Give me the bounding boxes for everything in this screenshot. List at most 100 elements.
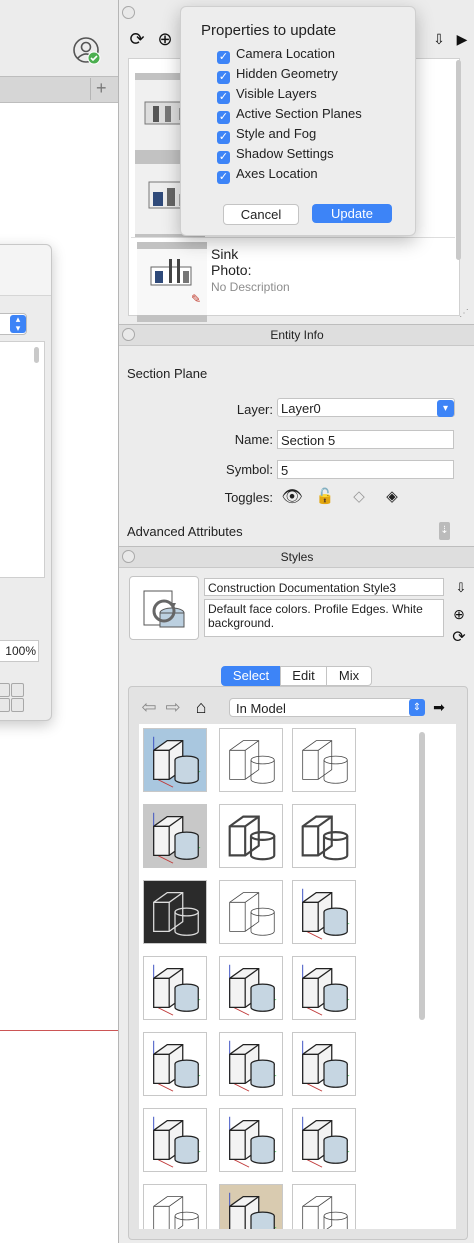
checkbox-checked-icon[interactable]: ✓	[217, 171, 230, 184]
style-swatch[interactable]	[292, 1032, 356, 1096]
name-field[interactable]: Section 5	[277, 430, 454, 449]
advanced-attributes-label[interactable]: Advanced Attributes	[127, 524, 243, 539]
grid-view-icon[interactable]	[11, 683, 24, 697]
checkbox-label: Style and Fog	[236, 126, 317, 141]
home-icon[interactable]: ⌂	[191, 697, 211, 717]
style-swatch[interactable]	[292, 728, 356, 792]
checkbox-visible-layers[interactable]: ✓ Visible Layers	[217, 84, 317, 104]
style-swatch[interactable]	[219, 1032, 283, 1096]
details-arrow-icon[interactable]: ➡	[429, 697, 449, 717]
checkbox-camera-location[interactable]: ✓ Camera Location	[217, 44, 335, 64]
style-description-field[interactable]: Default face colors. Profile Edges. Whit…	[204, 599, 444, 637]
panel-collapse-icon[interactable]	[122, 550, 135, 563]
style-swatch[interactable]	[143, 1032, 207, 1096]
panel-collapse-icon[interactable]	[122, 328, 135, 341]
popover-title: Properties to update	[201, 22, 337, 39]
add-scene-icon[interactable]: ⊕	[155, 29, 175, 49]
scene-details-icon[interactable]: ⇩	[429, 29, 449, 49]
styles-scrollbar[interactable]	[419, 732, 425, 1020]
chevron-updown-icon[interactable]: ▴ ▾	[10, 315, 26, 333]
checkbox-shadow-settings[interactable]: ✓ Shadow Settings	[217, 144, 334, 164]
grid-view-icon[interactable]	[0, 683, 10, 697]
symbol-field[interactable]: 5	[277, 460, 454, 479]
layer-label: Layer:	[236, 402, 273, 417]
grid-view-icon[interactable]	[0, 698, 10, 712]
style-swatch[interactable]	[292, 1184, 356, 1229]
tab-mix[interactable]: Mix	[326, 666, 372, 686]
entity-info-header[interactable]: Entity Info	[119, 324, 474, 346]
style-swatch[interactable]	[143, 804, 207, 868]
chevron-down-icon[interactable]: ▾	[437, 400, 454, 417]
add-tab-button[interactable]: +	[96, 78, 107, 99]
entity-info-title: Entity Info	[270, 328, 324, 342]
user-account-icon[interactable]	[72, 36, 102, 66]
styles-grid[interactable]	[139, 724, 456, 1229]
checkbox-checked-icon[interactable]: ✓	[217, 131, 230, 144]
checkbox-active-section-planes[interactable]: ✓ Active Section Planes	[217, 104, 362, 124]
checkbox-label: Active Section Planes	[236, 106, 362, 121]
styles-header[interactable]: Styles	[119, 546, 474, 568]
grid-view-icon[interactable]	[11, 698, 24, 712]
scene-item-selected[interactable]: Sink Photo: No Description ✎	[131, 237, 455, 322]
unlock-icon[interactable]: 🔓	[314, 487, 336, 507]
style-swatch[interactable]	[143, 728, 207, 792]
update-scene-icon[interactable]: ⟳	[127, 29, 147, 49]
checkbox-style-and-fog[interactable]: ✓ Style and Fog	[217, 124, 316, 144]
style-swatch[interactable]	[143, 880, 207, 944]
style-swatch[interactable]	[219, 880, 283, 944]
style-swatch[interactable]	[143, 1108, 207, 1172]
style-swatch[interactable]	[292, 956, 356, 1020]
collection-dropdown[interactable]: In Model	[229, 698, 413, 717]
style-swatch[interactable]	[292, 804, 356, 868]
expand-icon[interactable]: ⇣	[439, 522, 450, 540]
style-swatch[interactable]	[143, 956, 207, 1020]
panel-collapse-icon[interactable]	[122, 6, 135, 19]
scene-thumbnail[interactable]	[137, 242, 207, 322]
style-swatch[interactable]	[219, 804, 283, 868]
scene-photo-label: Photo:	[211, 262, 252, 278]
style-swatch[interactable]	[292, 1108, 356, 1172]
checkbox-checked-icon[interactable]: ✓	[217, 51, 230, 64]
dialog-scrollbar[interactable]	[34, 347, 39, 363]
cast-shadows-icon[interactable]: ◈	[381, 487, 403, 507]
resize-grip-icon[interactable]: ⋰	[459, 308, 469, 319]
checkbox-checked-icon[interactable]: ✓	[217, 91, 230, 104]
checkbox-checked-icon[interactable]: ✓	[217, 111, 230, 124]
style-swatch[interactable]	[219, 728, 283, 792]
tab-edit[interactable]: Edit	[280, 666, 327, 686]
receive-shadows-icon[interactable]: ◇	[348, 487, 370, 507]
left-dialog: ▴ ▾ 100%	[0, 244, 52, 721]
style-swatch[interactable]	[219, 956, 283, 1020]
eye-icon[interactable]: 👁	[281, 487, 303, 507]
tab-divider	[90, 78, 91, 100]
style-name-field[interactable]: Construction Documentation Style3	[204, 578, 444, 596]
scenes-scrollbar[interactable]	[456, 60, 461, 260]
chevron-updown-icon[interactable]: ⇕	[409, 699, 425, 716]
checkbox-label: Axes Location	[236, 166, 318, 181]
checkbox-checked-icon[interactable]: ✓	[217, 71, 230, 84]
update-button[interactable]: Update	[312, 204, 392, 223]
scene-description: No Description	[211, 280, 290, 294]
checkbox-checked-icon[interactable]: ✓	[217, 151, 230, 164]
style-swatch[interactable]	[219, 1108, 283, 1172]
checkbox-hidden-geometry[interactable]: ✓ Hidden Geometry	[217, 64, 338, 84]
tab-select[interactable]: Select	[221, 666, 281, 686]
style-thumbnail[interactable]	[129, 576, 199, 640]
style-swatch[interactable]	[219, 1184, 283, 1229]
styles-title: Styles	[280, 550, 314, 564]
scenes-menu-icon[interactable]: ▶	[452, 29, 472, 49]
checkbox-label: Hidden Geometry	[236, 66, 338, 81]
checkbox-axes-location[interactable]: ✓ Axes Location	[217, 164, 318, 184]
checkbox-label: Visible Layers	[236, 86, 317, 101]
details-icon[interactable]: ⇩	[451, 578, 471, 598]
layer-dropdown[interactable]: Layer0	[277, 398, 455, 417]
cancel-button[interactable]: Cancel	[223, 204, 299, 225]
zoom-percent-field[interactable]: 100%	[0, 640, 39, 662]
style-swatch[interactable]	[143, 1184, 207, 1229]
back-arrow-icon[interactable]: ⇦	[139, 697, 159, 717]
dialog-list[interactable]	[0, 341, 45, 578]
forward-arrow-icon[interactable]: ⇨	[163, 697, 183, 717]
create-style-icon[interactable]: ⊕	[449, 604, 469, 624]
update-style-icon[interactable]: ⟳	[449, 628, 469, 648]
style-swatch[interactable]	[292, 880, 356, 944]
